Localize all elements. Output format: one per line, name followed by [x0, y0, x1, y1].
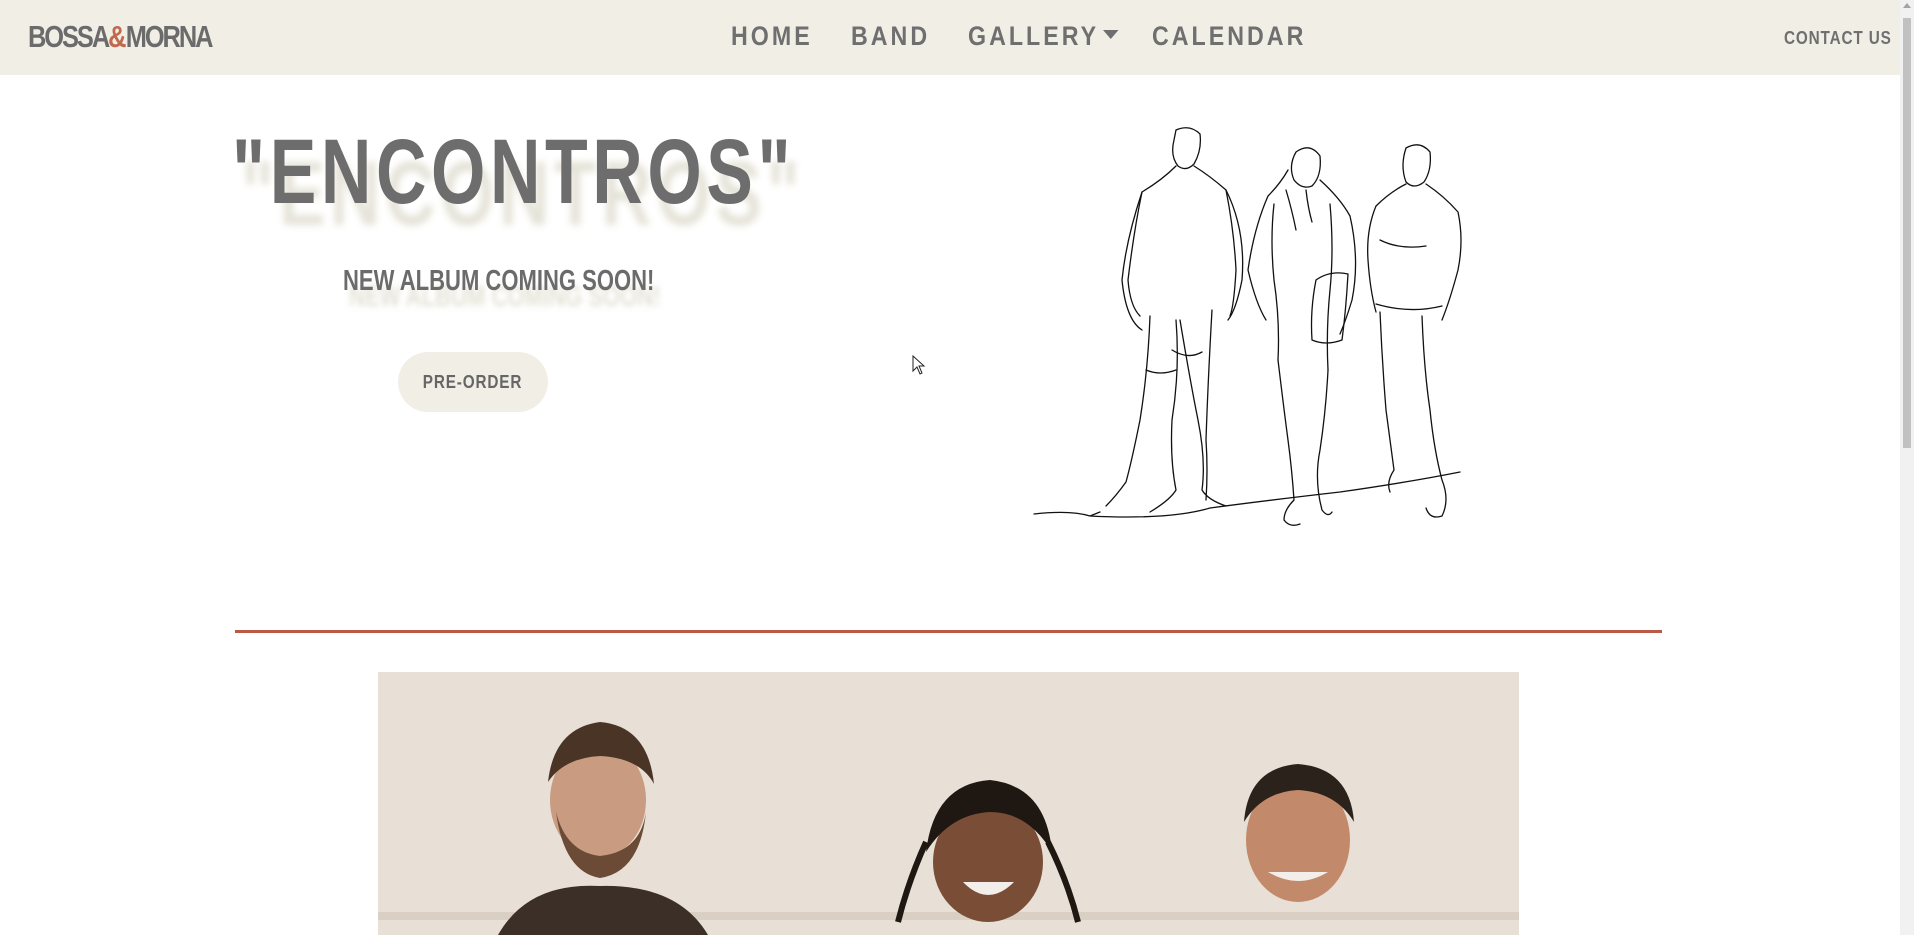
band-photo-illustration: [378, 672, 1519, 935]
chevron-down-icon: [1102, 30, 1119, 40]
album-title: "ENCONTROS": [232, 121, 796, 223]
nav-calendar[interactable]: CALENDAR: [1152, 18, 1306, 54]
section-divider: [235, 630, 1662, 633]
pre-order-button[interactable]: PRE-ORDER: [398, 352, 548, 412]
band-photo: [378, 672, 1519, 935]
nav-band[interactable]: BAND: [851, 18, 930, 54]
nav-gallery[interactable]: GALLERY: [968, 18, 1119, 54]
mouse-cursor-icon: [912, 355, 926, 375]
album-subtitle: NEW ALBUM COMING SOON!: [343, 265, 655, 297]
top-navbar: BOSSA&MORNA HOME BAND GALLERY CALENDAR C…: [0, 0, 1900, 75]
page-scrollbar[interactable]: [1900, 0, 1914, 935]
nav-gallery-label: GALLERY: [968, 21, 1100, 51]
nav-home[interactable]: HOME: [731, 18, 813, 54]
contact-us-link[interactable]: CONTACT US: [1784, 26, 1892, 50]
main-nav: HOME BAND GALLERY CALENDAR: [0, 0, 1900, 75]
scroll-up-icon[interactable]: [1903, 3, 1911, 8]
pre-order-label: PRE-ORDER: [423, 371, 523, 392]
band-line-drawing: [1033, 127, 1462, 526]
scrollbar-thumb[interactable]: [1903, 18, 1911, 448]
